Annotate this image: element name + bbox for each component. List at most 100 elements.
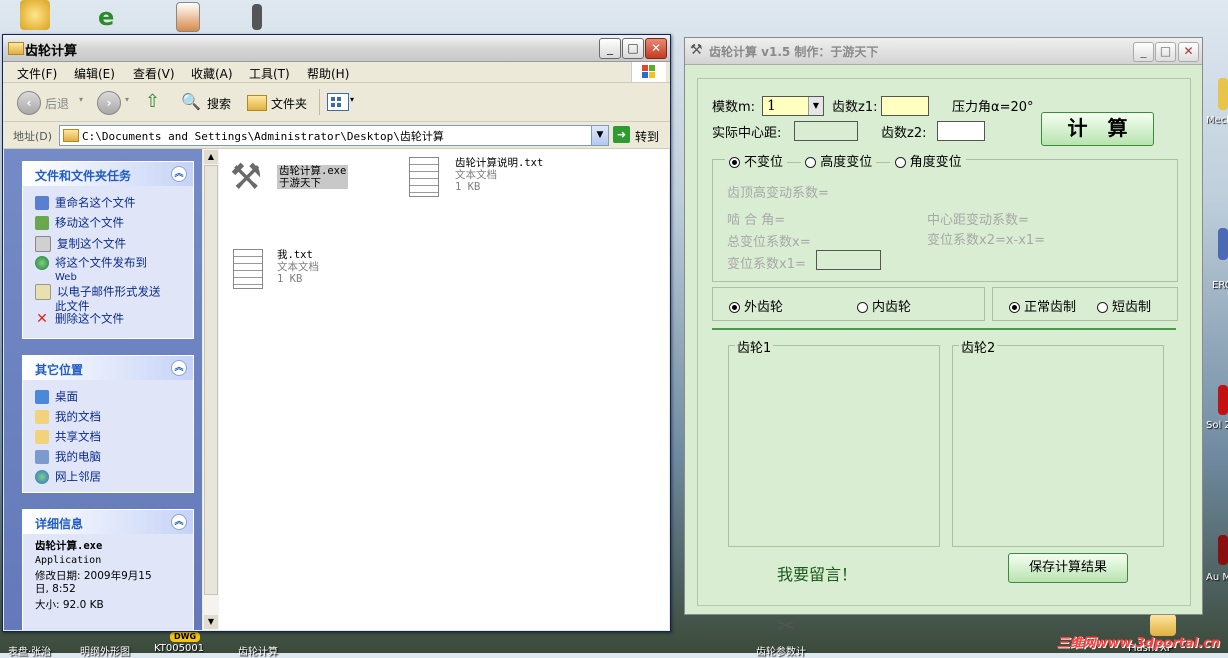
desktop-label-2[interactable]: 明纲外形图 bbox=[80, 643, 130, 658]
desktop-file-icon[interactable] bbox=[252, 4, 262, 30]
shift-separator bbox=[787, 162, 802, 163]
shift-radio-angle[interactable]: 角度变位 bbox=[894, 155, 962, 170]
desktop-label-mech-apdl[interactable]: Mech APDL bbox=[1206, 115, 1228, 126]
feedback-link[interactable]: 我要留言！ bbox=[777, 561, 857, 585]
shift-radio-none[interactable]: 不变位 bbox=[729, 155, 783, 170]
computer-icon bbox=[35, 450, 49, 464]
back-arrow-icon[interactable]: ‹ bbox=[17, 91, 41, 115]
gear1-results-group: 齿轮1 bbox=[728, 337, 940, 547]
task-delete[interactable]: ✕ 删除这个文件 bbox=[35, 312, 124, 326]
shift-x1-input[interactable] bbox=[816, 250, 881, 270]
vertical-scrollbar[interactable]: ▲ ▼ bbox=[203, 149, 220, 630]
file-item-exe[interactable]: ⚒ 齿轮计算.exe 于游天下 bbox=[223, 155, 403, 201]
place-desktop[interactable]: 桌面 bbox=[35, 390, 78, 404]
scroll-thumb[interactable] bbox=[204, 165, 218, 595]
desktop-label-1[interactable]: 表盘·张治 bbox=[8, 643, 51, 658]
menu-help[interactable]: 帮助(H) bbox=[307, 65, 349, 82]
collapse-chevron-icon[interactable]: ︽ bbox=[171, 360, 187, 376]
calculate-button[interactable]: 计 算 bbox=[1041, 112, 1154, 146]
explorer-window[interactable]: 齿轮计算 _ □ ✕ 文件(F) 编辑(E) 查看(V) 收藏(A) 工具(T)… bbox=[2, 34, 671, 632]
gear-calc-titlebar[interactable]: ⚒ 齿轮计算 v1.5 制作：于游天下 _ □ ✕ bbox=[685, 38, 1202, 65]
tooth-system-short-radio[interactable]: 短齿制 bbox=[1097, 296, 1151, 315]
menu-favorites[interactable]: 收藏(A) bbox=[191, 65, 233, 82]
module-select[interactable]: 1 ▼ bbox=[762, 96, 824, 116]
gear-tool-desktop-icon[interactable]: ✂ bbox=[772, 614, 800, 640]
save-results-button[interactable]: 保存计算结果 bbox=[1008, 553, 1128, 583]
desktop-ie-shortcut-icon[interactable]: e bbox=[98, 4, 128, 30]
back-button-label[interactable]: 后退 bbox=[45, 95, 69, 112]
desktop-app-icon[interactable] bbox=[1218, 78, 1228, 110]
desktop-label-3[interactable]: KT005001 bbox=[154, 643, 204, 654]
teeth2-input[interactable] bbox=[937, 121, 985, 141]
task-publish-web[interactable]: 将这个文件发布到 Web bbox=[35, 256, 147, 284]
desktop-label-5[interactable]: 齿轮参数计 bbox=[756, 643, 806, 658]
desktop-label-4[interactable]: 齿轮计算 bbox=[238, 643, 278, 658]
desktop-folder-icon[interactable] bbox=[20, 0, 50, 30]
menu-file[interactable]: 文件(F) bbox=[17, 65, 57, 82]
address-input[interactable]: C:\Documents and Settings\Administrator\… bbox=[59, 125, 609, 146]
maximize-button[interactable]: □ bbox=[622, 38, 644, 59]
dropdown-arrow-icon[interactable]: ▾ bbox=[79, 95, 83, 104]
addendum-coef-label: 齿顶高变动系数= bbox=[727, 186, 829, 201]
dwg-file-icon[interactable]: DWG bbox=[170, 632, 200, 642]
forward-arrow-icon[interactable]: › bbox=[97, 91, 121, 115]
dropdown-arrow-icon[interactable]: ▼ bbox=[808, 97, 823, 115]
address-dropdown-button[interactable]: ▼ bbox=[591, 126, 608, 145]
desktop-app-icon[interactable] bbox=[1218, 535, 1228, 565]
file-item-me-txt[interactable]: 我.txt 文本文档 1 KB bbox=[233, 247, 373, 293]
file-tasks-header[interactable]: 文件和文件夹任务 ︽ bbox=[23, 162, 193, 186]
search-icon[interactable]: 🔍 bbox=[181, 91, 203, 113]
desktop-app-icon[interactable] bbox=[1218, 228, 1228, 260]
menu-tools[interactable]: 工具(T) bbox=[249, 65, 290, 82]
gear2-results-group: 齿轮2 bbox=[952, 337, 1164, 547]
shift-options-legend: 不变位 高度变位 角度变位 bbox=[725, 151, 966, 170]
desktop-solidworks-icon[interactable] bbox=[1218, 385, 1228, 415]
menu-view[interactable]: 查看(V) bbox=[133, 65, 175, 82]
desktop-label-sol[interactable]: Sol 2010 bbox=[1206, 420, 1228, 431]
task-copy[interactable]: 复制这个文件 bbox=[35, 236, 126, 252]
folders-button-label[interactable]: 文件夹 bbox=[271, 95, 307, 112]
menu-edit[interactable]: 编辑(E) bbox=[74, 65, 115, 82]
search-button-label[interactable]: 搜索 bbox=[207, 95, 231, 112]
desktop-winrar-icon[interactable] bbox=[176, 2, 200, 32]
views-icon[interactable] bbox=[327, 93, 349, 111]
place-my-computer[interactable]: 我的电脑 bbox=[35, 450, 101, 464]
gear-calc-window[interactable]: ⚒ 齿轮计算 v1.5 制作：于游天下 _ □ ✕ 模数m: 1 ▼ 齿数z1:… bbox=[684, 37, 1203, 615]
other-places-header[interactable]: 其它位置 ︽ bbox=[23, 356, 193, 380]
scroll-down-button[interactable]: ▼ bbox=[204, 615, 218, 629]
place-network[interactable]: 网上邻居 bbox=[35, 470, 101, 484]
place-my-documents[interactable]: 我的文档 bbox=[35, 410, 101, 424]
task-rename[interactable]: 重命名这个文件 bbox=[35, 196, 136, 210]
folders-icon[interactable] bbox=[247, 95, 267, 111]
task-move[interactable]: 移动这个文件 bbox=[35, 216, 124, 230]
go-button-label[interactable]: 转到 bbox=[635, 128, 659, 145]
close-button[interactable]: ✕ bbox=[645, 38, 667, 59]
module-label: 模数m: bbox=[712, 100, 756, 115]
place-shared-documents[interactable]: 共享文档 bbox=[35, 430, 101, 444]
gear-type-internal-radio[interactable]: 内齿轮 bbox=[857, 296, 911, 315]
gear-type-external-radio[interactable]: 外齿轮 bbox=[729, 296, 783, 315]
teeth1-input[interactable] bbox=[881, 96, 929, 116]
tooth-system-normal-radio[interactable]: 正常齿制 bbox=[1009, 296, 1076, 315]
details-header[interactable]: 详细信息 ︽ bbox=[23, 510, 193, 534]
dropdown-arrow-icon[interactable]: ▾ bbox=[125, 95, 129, 104]
dropdown-arrow-icon[interactable]: ▾ bbox=[350, 95, 354, 104]
file-item-readme[interactable]: 齿轮计算说明.txt 文本文档 1 KB bbox=[409, 153, 589, 199]
minimize-button[interactable]: _ bbox=[1133, 42, 1154, 62]
go-arrow-icon[interactable]: ➜ bbox=[613, 126, 630, 143]
task-email[interactable]: 以电子邮件形式发送 此文件 bbox=[35, 284, 161, 313]
file-tasks-group: 文件和文件夹任务 ︽ 重命名这个文件 移动这个文件 复制这个文件 将这个文件发布到… bbox=[22, 161, 194, 339]
collapse-chevron-icon[interactable]: ︽ bbox=[171, 514, 187, 530]
center-distance-input[interactable] bbox=[794, 121, 858, 141]
maximize-button[interactable]: □ bbox=[1155, 42, 1176, 62]
close-button[interactable]: ✕ bbox=[1178, 42, 1199, 62]
desktop-label-au-mech[interactable]: Au Mech bbox=[1206, 572, 1228, 583]
collapse-chevron-icon[interactable]: ︽ bbox=[171, 166, 187, 182]
scroll-up-button[interactable]: ▲ bbox=[204, 150, 218, 164]
minimize-button[interactable]: _ bbox=[599, 38, 621, 59]
explorer-titlebar[interactable]: 齿轮计算 _ □ ✕ bbox=[3, 35, 670, 62]
shift-radio-height[interactable]: 高度变位 bbox=[805, 155, 872, 170]
up-folder-icon[interactable]: ⇧ bbox=[145, 91, 167, 113]
desktop-label-erc[interactable]: ERC bbox=[1212, 280, 1228, 291]
tools-icon: ⚒ bbox=[690, 42, 703, 58]
